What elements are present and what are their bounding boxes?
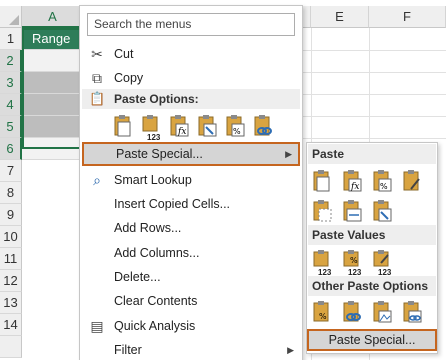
paste-formatting-icon[interactable]: % — [311, 300, 335, 326]
paste-keep-column-widths-icon[interactable] — [341, 199, 365, 225]
svg-text:%: % — [319, 312, 327, 321]
svg-text:fx: fx — [350, 182, 359, 192]
add-rows-menu-item[interactable]: Add Rows... — [82, 216, 300, 240]
paste-special-label: Paste Special... — [116, 147, 203, 161]
copy-menu-item[interactable]: ⧉ Copy — [82, 66, 300, 90]
search-icon: ⌕ — [93, 172, 101, 188]
row-header-1[interactable]: 1 — [0, 28, 22, 50]
copy-label: Copy — [114, 71, 144, 85]
row-header-2[interactable]: 2 — [0, 50, 22, 72]
cut-label: Cut — [114, 47, 134, 61]
paste-formulas-icon[interactable]: fx — [168, 114, 192, 140]
paste-options-header: 📋 Paste Options: — [82, 89, 300, 109]
cell-a6[interactable] — [22, 138, 84, 160]
paste-formulas-icon[interactable]: fx — [341, 169, 365, 195]
paste-link-icon[interactable] — [341, 300, 365, 326]
submenu-arrow-icon: ▶ — [287, 345, 294, 355]
cell-a5[interactable] — [22, 116, 84, 138]
paste-values-icon[interactable]: 123 — [140, 114, 164, 142]
row-header-6[interactable]: 6 — [0, 138, 22, 160]
svg-text:%: % — [233, 127, 241, 136]
paste-transpose-icon[interactable] — [196, 114, 220, 140]
add-columns-menu-item[interactable]: Add Columns... — [82, 241, 300, 265]
copy-icon: ⧉ — [92, 70, 102, 86]
row-header-4[interactable]: 4 — [0, 94, 22, 116]
svg-text:%: % — [350, 256, 358, 265]
row-header-11[interactable]: 11 — [0, 248, 22, 270]
scissors-icon: ✂ — [91, 46, 103, 62]
paste-transpose-icon[interactable] — [371, 199, 395, 225]
paste-values-icon[interactable]: 123 — [311, 249, 335, 277]
column-header-a[interactable]: A — [22, 6, 84, 28]
column-header-e[interactable]: E — [311, 6, 369, 28]
filter-menu-item[interactable]: Filter ▶ — [82, 338, 300, 360]
paste-icon[interactable] — [311, 169, 335, 195]
cell-a2[interactable] — [22, 50, 84, 72]
row-header-9[interactable]: 9 — [0, 204, 22, 226]
delete-menu-item[interactable]: Delete... — [82, 265, 300, 289]
paste-special-dialog-button[interactable]: Paste Special... — [307, 329, 437, 351]
context-menu: Search the menus ✂ Cut ⧉ Copy 📋 Paste Op… — [79, 5, 303, 360]
paste-link-icon[interactable] — [252, 114, 276, 140]
paste-special-submenu: Paste fx % Paste Values 123 % 123 123 Oth… — [306, 142, 438, 354]
paste-icon[interactable] — [112, 114, 136, 140]
cut-menu-item[interactable]: ✂ Cut — [82, 42, 300, 66]
paste-formatting-icon[interactable]: % — [224, 114, 248, 140]
clipboard-icon: 📋 — [89, 91, 106, 106]
svg-text:%: % — [380, 182, 388, 191]
insert-copied-cells-menu-item[interactable]: Insert Copied Cells... — [82, 192, 300, 216]
paste-values-number-format-icon[interactable]: % 123 — [341, 249, 365, 277]
paste-picture-icon[interactable] — [371, 300, 395, 326]
paste-special-menu-item[interactable]: Paste Special... ▶ — [82, 142, 300, 166]
submenu-arrow-icon: ▶ — [285, 149, 292, 159]
quick-analysis-menu-item[interactable]: ▤ Quick Analysis — [82, 314, 300, 338]
paste-no-borders-icon[interactable] — [311, 199, 335, 225]
smart-lookup-label: Smart Lookup — [114, 173, 192, 187]
cell-a3[interactable] — [22, 72, 84, 94]
clear-contents-menu-item[interactable]: Clear Contents — [82, 289, 300, 313]
column-header-f[interactable]: F — [369, 6, 446, 28]
other-paste-options-header: Other Paste Options — [308, 276, 436, 296]
row-header-7[interactable]: 7 — [0, 160, 22, 182]
row-header-13[interactable]: 13 — [0, 292, 22, 314]
row-header-10[interactable]: 10 — [0, 226, 22, 248]
paste-values-source-format-icon[interactable]: 123 — [371, 249, 395, 277]
select-all-corner[interactable] — [0, 6, 22, 28]
cell-a1[interactable]: Range — [22, 28, 84, 50]
row-header-5[interactable]: 5 — [0, 116, 22, 138]
svg-text:fx: fx — [177, 127, 186, 137]
row-header-12[interactable]: 12 — [0, 270, 22, 292]
paste-values-header: Paste Values — [308, 225, 436, 245]
search-menus-input[interactable]: Search the menus — [87, 13, 295, 36]
row-header-3[interactable]: 3 — [0, 72, 22, 94]
row-header-8[interactable]: 8 — [0, 182, 22, 204]
cell-a4[interactable] — [22, 94, 84, 116]
row-header-14[interactable]: 14 — [0, 314, 22, 336]
paste-keep-source-format-icon[interactable] — [401, 169, 425, 195]
paste-linked-picture-icon[interactable] — [401, 300, 425, 326]
paste-formulas-number-format-icon[interactable]: % — [371, 169, 395, 195]
row-header-15[interactable] — [0, 336, 22, 358]
quick-analysis-icon: ▤ — [90, 318, 104, 334]
paste-header: Paste — [308, 144, 436, 164]
smart-lookup-menu-item[interactable]: ⌕ Smart Lookup — [82, 168, 300, 192]
